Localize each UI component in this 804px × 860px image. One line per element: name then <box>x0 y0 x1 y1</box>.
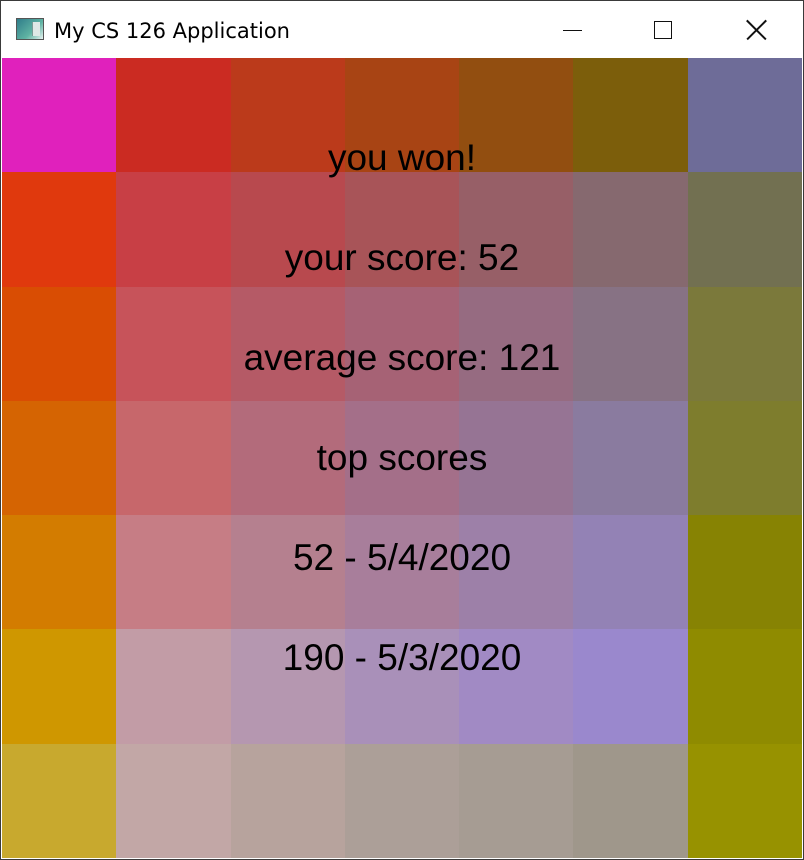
minimize-button[interactable] <box>527 1 619 58</box>
game-canvas[interactable]: you won! your score: 52 average score: 1… <box>2 58 802 858</box>
your-score-text: your score: 52 <box>284 237 520 278</box>
close-icon <box>746 20 766 40</box>
grid-cell[interactable] <box>231 744 345 858</box>
maximize-button[interactable] <box>619 1 711 58</box>
minimize-icon <box>563 30 582 31</box>
top-score-entry: 52 - 5/4/2020 <box>292 537 512 578</box>
grid-cell[interactable] <box>459 744 573 858</box>
grid-cell[interactable] <box>2 744 116 858</box>
window-title: My CS 126 Application <box>54 19 290 43</box>
outcome-text: you won! <box>327 137 477 178</box>
top-scores-heading: top scores <box>316 437 488 478</box>
grid-cell[interactable] <box>688 744 802 858</box>
application-window: My CS 126 Application you won! your scor… <box>0 0 804 860</box>
grid-cell[interactable] <box>573 744 688 858</box>
grid-cell[interactable] <box>116 744 231 858</box>
grid-cell[interactable] <box>345 744 459 858</box>
average-score-text: average score: 121 <box>243 337 561 378</box>
title-bar[interactable]: My CS 126 Application <box>1 1 803 58</box>
application-icon[interactable] <box>16 18 44 40</box>
maximize-icon <box>654 21 672 39</box>
close-button[interactable] <box>711 1 803 58</box>
top-score-entry: 190 - 5/3/2020 <box>282 637 522 678</box>
